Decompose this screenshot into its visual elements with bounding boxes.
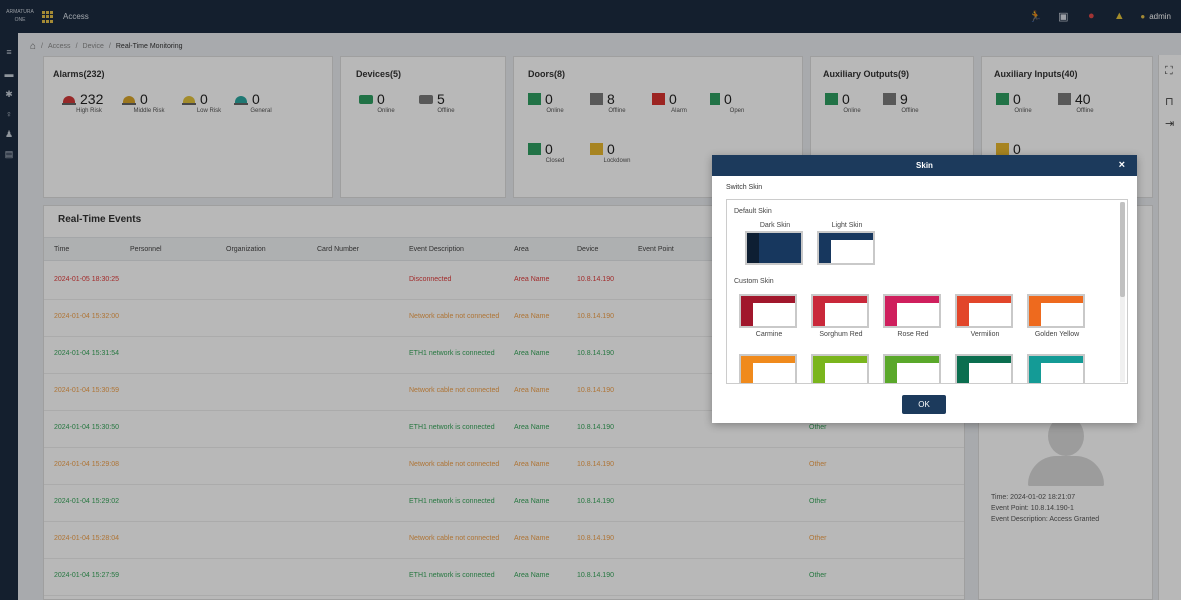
skin-option[interactable] xyxy=(883,354,943,383)
skin-name: Golden Yellow xyxy=(1034,331,1080,338)
skin-name: Sorghum Red xyxy=(819,331,863,338)
skin-dialog: Skin × Switch Skin Default Skin Dark Ski… xyxy=(712,155,1137,423)
skin-option[interactable]: Vermilion xyxy=(955,294,1015,338)
skin-list[interactable]: Default Skin Dark Skin Light Skin Custom … xyxy=(726,199,1128,384)
skin-thumbnail xyxy=(739,354,797,383)
skin-name: Vermilion xyxy=(970,331,1000,338)
skin-option[interactable]: Golden Yellow xyxy=(1027,294,1087,338)
switch-skin-label: Switch Skin xyxy=(726,184,763,191)
skin-option[interactable]: Light Skin xyxy=(817,222,877,265)
skin-name: Rose Red xyxy=(897,331,929,338)
skin-thumbnail xyxy=(955,294,1013,328)
skin-option[interactable] xyxy=(1027,354,1087,383)
skin-thumbnail xyxy=(1027,354,1085,383)
skin-thumbnail xyxy=(817,231,875,265)
skin-thumbnail xyxy=(811,354,869,383)
skin-thumbnail xyxy=(955,354,1013,383)
skin-option[interactable] xyxy=(811,354,871,383)
skin-thumbnail xyxy=(883,294,941,328)
skin-name: Light Skin xyxy=(831,222,863,229)
dialog-header: Skin × xyxy=(712,155,1137,176)
ok-button[interactable]: OK xyxy=(902,395,946,414)
skin-name: Carmine xyxy=(755,331,783,338)
skin-thumbnail xyxy=(883,354,941,383)
custom-skin-label: Custom Skin xyxy=(734,278,774,285)
skin-thumbnail xyxy=(1027,294,1085,328)
skin-option[interactable]: Sorghum Red xyxy=(811,294,871,338)
skin-option[interactable] xyxy=(739,354,799,383)
skin-option[interactable]: Carmine xyxy=(739,294,799,338)
skin-option[interactable] xyxy=(955,354,1015,383)
skin-thumbnail xyxy=(811,294,869,328)
default-skin-label: Default Skin xyxy=(734,208,772,215)
skin-list-scrollbar[interactable] xyxy=(1120,202,1125,382)
close-icon[interactable]: × xyxy=(1119,159,1125,171)
skin-name: Dark Skin xyxy=(759,222,791,229)
skin-thumbnail xyxy=(745,231,803,265)
dialog-title: Skin xyxy=(916,161,933,170)
skin-option[interactable]: Dark Skin xyxy=(745,222,805,265)
skin-thumbnail xyxy=(739,294,797,328)
skin-option[interactable]: Rose Red xyxy=(883,294,943,338)
